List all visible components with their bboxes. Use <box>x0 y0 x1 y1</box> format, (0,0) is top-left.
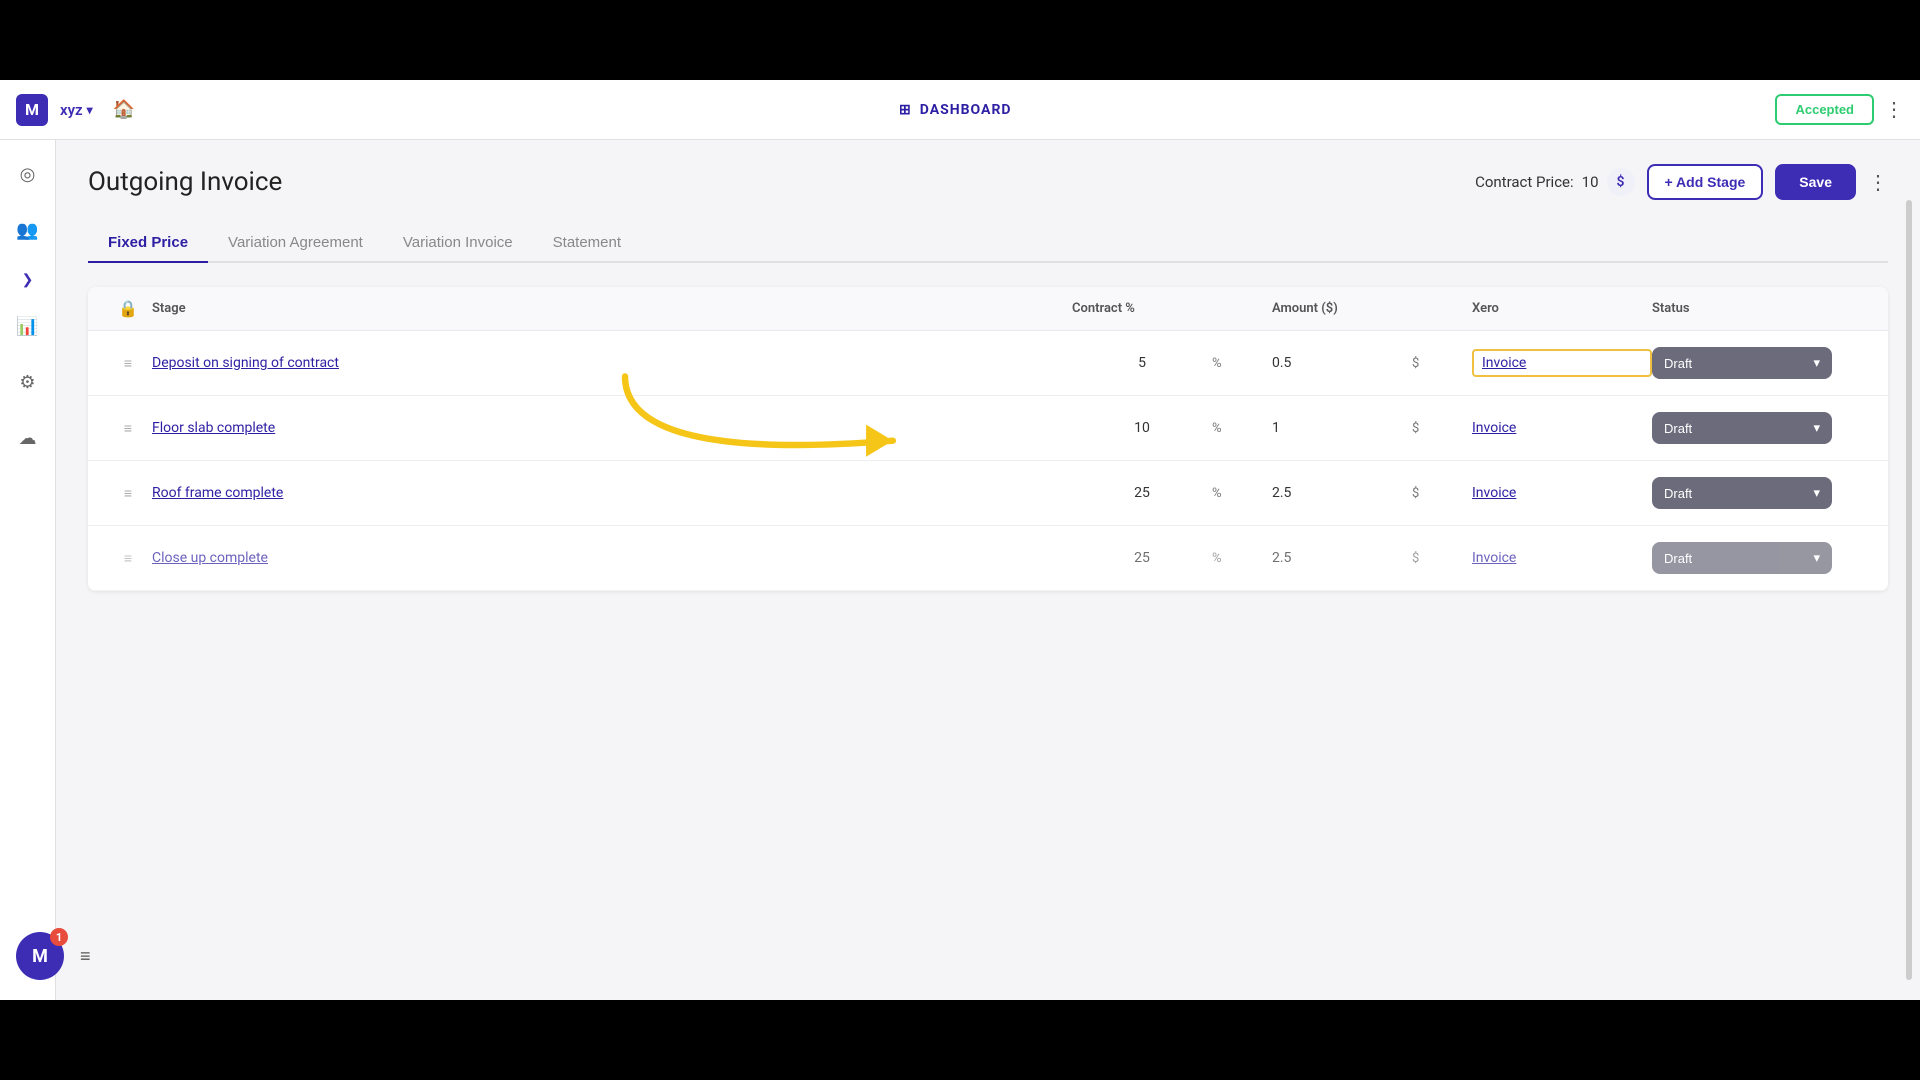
col-xero: Xero <box>1472 301 1652 316</box>
contract-price-section: Contract Price: 10 $ <box>1475 168 1634 196</box>
col-amount: Amount ($) <box>1272 301 1412 316</box>
status-dropdown-container: Draft ▾ <box>1652 347 1872 379</box>
status-dropdown-container: Draft ▾ <box>1652 412 1872 444</box>
navbar-right: Accepted ⋮ <box>1775 94 1904 125</box>
save-button[interactable]: Save <box>1775 164 1856 200</box>
dashboard-grid-icon: ⊞ <box>899 102 912 118</box>
home-icon[interactable]: 🏠 <box>113 99 135 120</box>
main-content: Outgoing Invoice Contract Price: 10 $ + … <box>56 140 1920 1000</box>
hamburger-icon[interactable]: ≡ <box>80 946 91 967</box>
dollar-symbol: $ <box>1412 356 1472 371</box>
sidebar-item-settings[interactable]: ⚙ <box>10 364 46 400</box>
contract-pct-value: 25 <box>1072 485 1212 501</box>
tabs: Fixed Price Variation Agreement Variatio… <box>88 224 1888 263</box>
xero-invoice-link[interactable]: Invoice <box>1472 420 1652 436</box>
status-dropdown-container: Draft ▾ <box>1652 477 1872 509</box>
dashboard-nav[interactable]: ⊞ DASHBOARD <box>899 102 1012 118</box>
contract-pct-value: 5 <box>1072 355 1212 371</box>
xero-invoice-link[interactable]: Invoice <box>1472 550 1652 566</box>
body-layout: ◎ 👥 ❯ 📊 ⚙ ☁ Outgoing Invoice Contract Pr… <box>0 140 1920 1000</box>
status-dropdown[interactable]: Draft ▾ <box>1652 542 1832 574</box>
tab-variation-agreement[interactable]: Variation Agreement <box>208 224 383 261</box>
sidebar-expand-icon[interactable]: ❯ <box>22 272 34 288</box>
scrollbar[interactable] <box>1906 200 1912 980</box>
chevron-down-icon: ▾ <box>1813 355 1820 371</box>
col-contract-pct: Contract % <box>1072 301 1212 316</box>
status-dropdown-container: Draft ▾ <box>1652 542 1872 574</box>
dollar-symbol: $ <box>1412 421 1472 436</box>
page-header: Outgoing Invoice Contract Price: 10 $ + … <box>88 164 1888 200</box>
header-right: Contract Price: 10 $ + Add Stage Save ⋮ <box>1475 164 1888 200</box>
table-row: ≡ Roof frame complete 25 % 2.5 $ Invoice… <box>88 461 1888 526</box>
pct-symbol: % <box>1212 551 1272 566</box>
dollar-symbol: $ <box>1412 551 1472 566</box>
add-stage-button[interactable]: + Add Stage <box>1647 164 1764 200</box>
drag-handle-icon[interactable]: ≡ <box>104 485 152 502</box>
table-row: ≡ Close up complete 25 % 2.5 $ Invoice D… <box>88 526 1888 591</box>
page-title: Outgoing Invoice <box>88 167 282 197</box>
table-header: 🔒 Stage Contract % Amount ($) Xero Statu… <box>88 287 1888 331</box>
drag-handle-icon[interactable]: ≡ <box>104 355 152 372</box>
navbar-more-button[interactable]: ⋮ <box>1884 97 1904 122</box>
stage-link[interactable]: Roof frame complete <box>152 485 1072 501</box>
status-dropdown[interactable]: Draft ▾ <box>1652 412 1832 444</box>
currency-icon: $ <box>1607 168 1635 196</box>
pct-symbol: % <box>1212 486 1272 501</box>
sidebar-item-cloud[interactable]: ☁ <box>10 420 46 456</box>
table-row: ≡ Deposit on signing of contract 5 % 0.5… <box>88 331 1888 396</box>
chevron-down-icon: ▾ <box>1813 485 1820 501</box>
tab-variation-invoice[interactable]: Variation Invoice <box>383 224 533 261</box>
status-dropdown[interactable]: Draft ▾ <box>1652 347 1832 379</box>
lock-icon: 🔒 <box>104 299 152 318</box>
contract-pct-value: 10 <box>1072 420 1212 436</box>
tab-fixed-price[interactable]: Fixed Price <box>88 224 208 261</box>
contract-pct-value: 25 <box>1072 550 1212 566</box>
drag-handle-icon[interactable]: ≡ <box>104 420 152 437</box>
contract-price-value: 10 <box>1582 173 1599 191</box>
more-options-button[interactable]: ⋮ <box>1868 170 1888 195</box>
bottom-avatar-area: M 1 ≡ <box>16 932 91 980</box>
contract-price-label: Contract Price: <box>1475 173 1574 191</box>
navbar-center: ⊞ DASHBOARD <box>147 102 1763 118</box>
chevron-down-icon: ▾ <box>1813 420 1820 436</box>
dollar-symbol: $ <box>1412 486 1472 501</box>
chevron-down-icon: ▾ <box>87 103 93 117</box>
chevron-down-icon: ▾ <box>1813 550 1820 566</box>
col-status: Status <box>1652 301 1872 316</box>
amount-value: 2.5 <box>1272 485 1412 501</box>
pct-symbol: % <box>1212 356 1272 371</box>
sidebar-item-graph[interactable]: 📊 <box>10 308 46 344</box>
table-row: ≡ Floor slab complete 10 % 1 $ Invoice D… <box>88 396 1888 461</box>
stage-link[interactable]: Floor slab complete <box>152 420 1072 436</box>
company-selector[interactable]: xyz ▾ <box>60 101 93 119</box>
status-dropdown[interactable]: Draft ▾ <box>1652 477 1832 509</box>
sidebar-item-chart[interactable]: ◎ <box>10 156 46 192</box>
xero-invoice-link[interactable]: Invoice <box>1472 485 1652 501</box>
logo: M <box>16 94 48 126</box>
pct-symbol: % <box>1212 421 1272 436</box>
dashboard-label: DASHBOARD <box>920 102 1012 118</box>
col-stage: Stage <box>152 301 1072 316</box>
notification-badge: 1 <box>50 928 68 946</box>
amount-value: 1 <box>1272 420 1412 436</box>
tab-statement[interactable]: Statement <box>533 224 641 261</box>
stage-link[interactable]: Close up complete <box>152 550 1072 566</box>
drag-handle-icon[interactable]: ≡ <box>104 550 152 567</box>
invoice-table: 🔒 Stage Contract % Amount ($) Xero Statu… <box>88 287 1888 591</box>
stage-link[interactable]: Deposit on signing of contract <box>152 355 1072 371</box>
navbar: M xyz ▾ 🏠 ⊞ DASHBOARD Accepted ⋮ <box>0 80 1920 140</box>
amount-value: 2.5 <box>1272 550 1412 566</box>
amount-value: 0.5 <box>1272 355 1412 371</box>
company-name: xyz <box>60 101 83 119</box>
avatar[interactable]: M 1 <box>16 932 64 980</box>
sidebar-item-people[interactable]: 👥 <box>10 212 46 248</box>
accepted-button[interactable]: Accepted <box>1775 94 1874 125</box>
sidebar: ◎ 👥 ❯ 📊 ⚙ ☁ <box>0 140 56 1000</box>
xero-invoice-link-highlighted[interactable]: Invoice <box>1472 349 1652 377</box>
